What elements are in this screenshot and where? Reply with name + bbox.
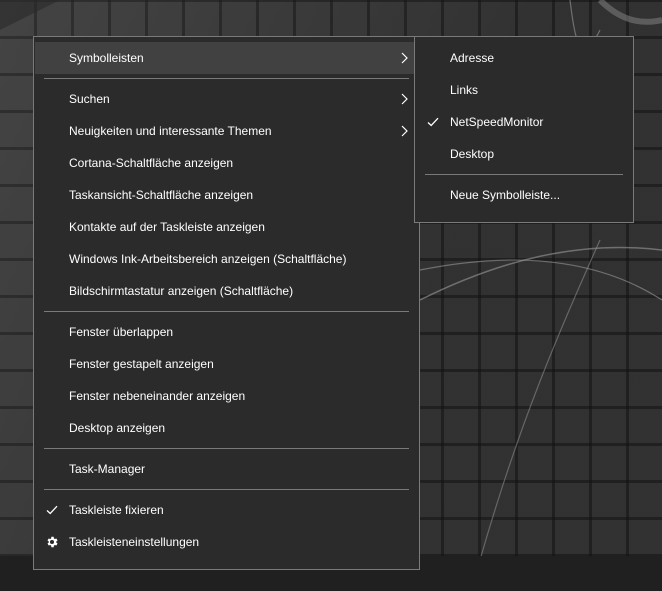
menu-separator <box>44 78 409 79</box>
menu-item-label: Suchen <box>69 92 110 106</box>
menu-item-label: Neuigkeiten und interessante Themen <box>69 124 272 138</box>
menu-item-label: Links <box>450 83 479 97</box>
menu-item-windows-ink-arbeitsbereich-anzeigen-schaltflaeche[interactable]: Windows Ink-Arbeitsbereich anzeigen (Sch… <box>35 243 418 275</box>
menu-item-label: Windows Ink-Arbeitsbereich anzeigen (Sch… <box>69 252 347 266</box>
menu-separator <box>44 311 409 312</box>
menu-item-taskleisteneinstellungen[interactable]: Taskleisteneinstellungen <box>35 526 418 558</box>
menu-item-desktop[interactable]: Desktop <box>416 138 632 170</box>
menu-item-label: Fenster überlappen <box>69 325 174 339</box>
checkmark-icon <box>44 494 60 526</box>
menu-item-label: Bildschirmtastatur anzeigen (Schaltfläch… <box>69 284 294 298</box>
toolbars-submenu: Adresse Links NetSpeedMonitor Desktop Neue S… <box>414 36 634 223</box>
taskbar-context-menu: Symbolleisten Suchen Neuigkeiten und inter… <box>33 36 420 570</box>
menu-item-links[interactable]: Links <box>416 74 632 106</box>
menu-item-label: Task-Manager <box>69 462 146 476</box>
menu-item-cortana-schaltflaeche-anzeigen[interactable]: Cortana-Schaltfläche anzeigen <box>35 147 418 179</box>
menu-item-label: NetSpeedMonitor <box>450 115 544 129</box>
menu-item-kontakte-auf-der-taskleiste-anzeigen[interactable]: Kontakte auf der Taskleiste anzeigen <box>35 211 418 243</box>
gear-icon <box>44 526 60 558</box>
menu-item-label: Desktop anzeigen <box>69 421 166 435</box>
menu-item-taskleiste-fixieren[interactable]: Taskleiste fixieren <box>35 494 418 526</box>
checkmark-icon <box>425 106 441 138</box>
menu-item-fenster-gestapelt-anzeigen[interactable]: Fenster gestapelt anzeigen <box>35 348 418 380</box>
menu-item-task-manager[interactable]: Task-Manager <box>35 453 418 485</box>
menu-item-label: Adresse <box>450 51 495 65</box>
menu-item-label: Cortana-Schaltfläche anzeigen <box>69 156 234 170</box>
menu-item-taskansicht-schaltflaeche-anzeigen[interactable]: Taskansicht-Schaltfläche anzeigen <box>35 179 418 211</box>
menu-item-bildschirmtastatur-anzeigen-schaltflaeche[interactable]: Bildschirmtastatur anzeigen (Schaltfläch… <box>35 275 418 307</box>
menu-item-label: Fenster gestapelt anzeigen <box>69 357 214 371</box>
menu-separator <box>425 174 623 175</box>
menu-item-fenster-nebeneinander-anzeigen[interactable]: Fenster nebeneinander anzeigen <box>35 380 418 412</box>
menu-item-neue-symbolleiste[interactable]: Neue Symbolleiste... <box>416 179 632 211</box>
chevron-right-icon <box>398 83 410 115</box>
menu-item-adresse[interactable]: Adresse <box>416 42 632 74</box>
menu-item-label: Desktop <box>450 147 495 161</box>
menu-item-label: Kontakte auf der Taskleiste anzeigen <box>69 220 265 234</box>
menu-item-label: Fenster nebeneinander anzeigen <box>69 389 246 403</box>
menu-item-neuigkeiten-und-interessante-themen[interactable]: Neuigkeiten und interessante Themen <box>35 115 418 147</box>
chevron-right-icon <box>398 42 410 74</box>
menu-item-label: Taskleisteneinstellungen <box>69 535 200 549</box>
menu-separator <box>44 448 409 449</box>
chevron-right-icon <box>398 115 410 147</box>
menu-item-label: Neue Symbolleiste... <box>450 188 561 202</box>
menu-item-label: Taskleiste fixieren <box>69 503 164 517</box>
menu-item-label: Taskansicht-Schaltfläche anzeigen <box>69 188 254 202</box>
menu-item-desktop-anzeigen[interactable]: Desktop anzeigen <box>35 412 418 444</box>
menu-item-label: Symbolleisten <box>69 51 144 65</box>
menu-item-suchen[interactable]: Suchen <box>35 83 418 115</box>
menu-item-fenster-ueberlappen[interactable]: Fenster überlappen <box>35 316 418 348</box>
menu-separator <box>44 489 409 490</box>
menu-item-symbolleisten[interactable]: Symbolleisten <box>35 42 418 74</box>
menu-item-netspeedmonitor[interactable]: NetSpeedMonitor <box>416 106 632 138</box>
